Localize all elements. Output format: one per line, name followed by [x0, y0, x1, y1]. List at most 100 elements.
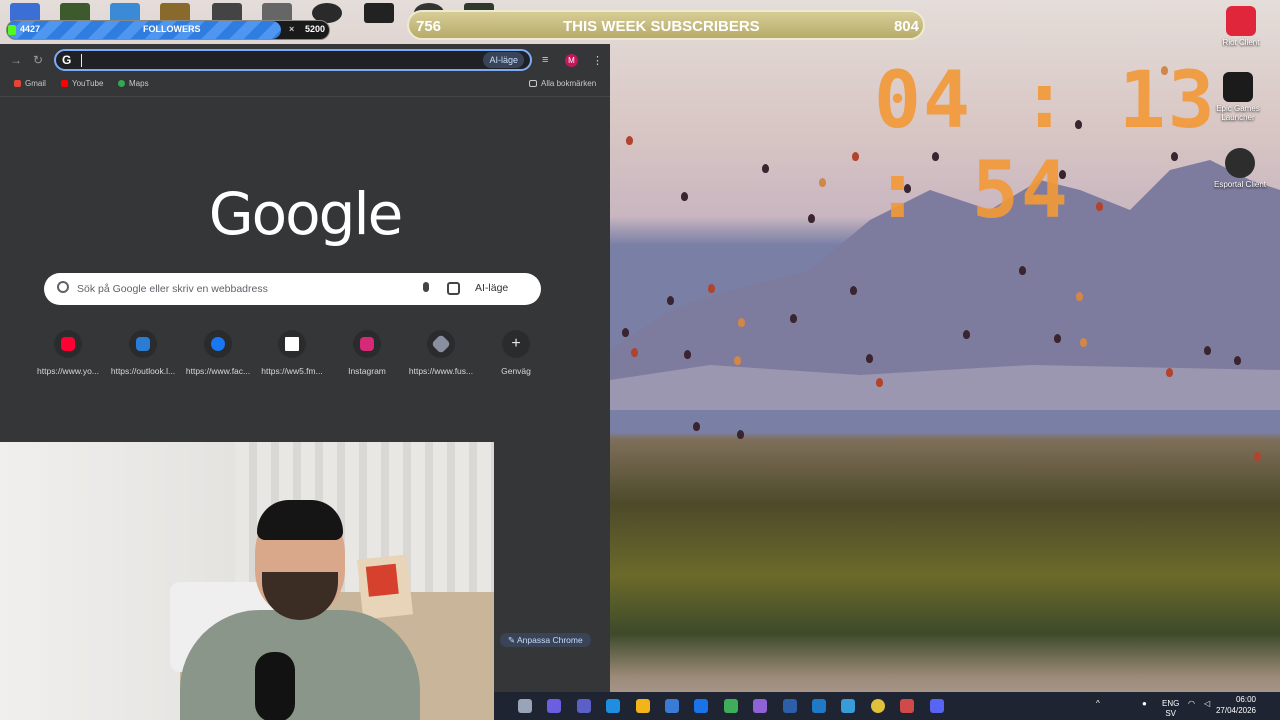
balloon — [876, 378, 883, 387]
countdown-clock: 04 : 13 : 54 — [874, 56, 1217, 236]
google-lens-icon[interactable] — [447, 282, 460, 295]
search-ai-mode-button[interactable]: AI-läge — [475, 282, 508, 294]
shortcut-tile[interactable]: https://www.fac... — [183, 330, 253, 376]
subscribers-title: THIS WEEK SUBSCRIBERS — [563, 18, 760, 35]
followers-goal: 5200 — [304, 24, 325, 34]
balloon — [852, 152, 859, 161]
close-icon[interactable]: × — [289, 24, 294, 34]
fusion-icon — [431, 334, 451, 354]
microphone-icon[interactable]: ● — [1142, 699, 1147, 708]
balloon — [1054, 334, 1061, 343]
chrome-toolbar: → ↻ G AI-läge ≡ M ⋮ — [0, 44, 610, 76]
tab-search-icon[interactable]: ≡ — [542, 54, 548, 66]
address-bar[interactable]: G AI-läge — [54, 49, 532, 71]
shortcut-tile[interactable]: https://outlook.l... — [108, 330, 178, 376]
balloon — [850, 286, 857, 295]
maps-icon — [118, 80, 125, 87]
language-indicator[interactable]: ENG SV — [1162, 699, 1179, 719]
add-shortcut-tile[interactable]: + Genväg — [481, 330, 551, 376]
copilot-icon[interactable] — [547, 699, 562, 713]
all-bookmarks[interactable]: Alla bokmärken — [529, 79, 596, 88]
discord-icon[interactable] — [929, 699, 944, 713]
page-icon — [285, 337, 299, 351]
outlook-icon[interactable] — [694, 699, 709, 713]
plus-icon: + — [502, 330, 530, 358]
balloon — [1234, 356, 1241, 365]
balloon — [681, 192, 688, 201]
forward-icon[interactable]: → — [10, 53, 22, 67]
microphone-icon[interactable] — [423, 282, 429, 292]
thumbnail — [364, 3, 394, 23]
folder-icon — [529, 80, 537, 87]
google-logo: Google — [208, 180, 404, 248]
image-icon[interactable] — [841, 699, 856, 713]
riot-client-icon — [1226, 6, 1256, 36]
outlook-icon — [136, 337, 150, 351]
desktop-icon-riot-client[interactable]: Riot Client — [1211, 6, 1271, 47]
shortcut-tile[interactable]: https://www.yo... — [33, 330, 103, 376]
followers-current: 4427 — [20, 24, 41, 34]
streamer-cap — [257, 500, 343, 540]
balloon — [1254, 452, 1261, 461]
balloon — [790, 314, 797, 323]
edge-icon[interactable] — [606, 699, 621, 713]
gmail-icon — [14, 80, 21, 87]
balloon — [963, 330, 970, 339]
file-explorer-icon[interactable] — [518, 699, 532, 713]
microsoft365-icon[interactable] — [753, 699, 768, 713]
balloon — [734, 356, 741, 365]
menu-icon[interactable]: ⋮ — [592, 54, 603, 67]
balloon — [667, 296, 674, 305]
facebook-icon — [211, 337, 225, 351]
subscribers-goal-bar: 756 THIS WEEK SUBSCRIBERS 804 — [407, 10, 925, 40]
balloon — [1076, 292, 1083, 301]
customize-chrome-button[interactable]: ✎ Anpassa Chrome — [500, 633, 591, 647]
google-icon: G — [62, 53, 72, 67]
youtube-icon — [61, 80, 68, 87]
store-icon[interactable] — [665, 699, 679, 713]
vpn-icon[interactable] — [782, 699, 797, 713]
balloon — [738, 318, 745, 327]
riot-icon[interactable] — [900, 699, 915, 713]
subscribers-left-value: 756 — [416, 18, 442, 35]
profile-avatar[interactable]: M — [565, 54, 578, 67]
mail-icon[interactable] — [812, 699, 826, 713]
chevron-up-icon[interactable]: ^ — [1096, 699, 1100, 708]
reload-icon[interactable]: ↻ — [33, 53, 43, 67]
teams-icon[interactable] — [576, 699, 591, 713]
balloon — [1080, 338, 1087, 347]
followers-label: FOLLOWERS — [143, 24, 201, 34]
balloon — [808, 214, 815, 223]
balloon — [762, 164, 769, 173]
balloon — [631, 348, 638, 357]
balloon — [622, 328, 629, 337]
shopping-bag — [357, 554, 413, 620]
shortcut-tile[interactable]: Instagram — [332, 330, 402, 376]
balloon — [866, 354, 873, 363]
bookmark-maps[interactable]: Maps — [118, 79, 149, 88]
shortcut-tile[interactable]: https://www.fus... — [406, 330, 476, 376]
google-search-box[interactable]: Sök på Google eller skriv en webbadress … — [44, 273, 541, 305]
chrome-icon[interactable] — [870, 699, 885, 713]
microphone — [255, 652, 295, 720]
shortcut-tile[interactable]: https://ww5.fm... — [257, 330, 327, 376]
ai-mode-button[interactable]: AI-läge — [483, 52, 524, 68]
wifi-icon[interactable]: ◠ — [1188, 699, 1195, 708]
bookmarks-bar: Gmail YouTube Maps Alla bokmärken — [0, 76, 610, 97]
bookmark-youtube[interactable]: YouTube — [61, 79, 103, 88]
clock-date[interactable]: 06:00 27/04/2026 — [1216, 694, 1256, 716]
instagram-icon — [360, 337, 374, 351]
balloon — [1204, 346, 1211, 355]
followers-goal-bar: 4427 FOLLOWERS × 5200 — [6, 20, 330, 40]
volume-icon[interactable]: ◁ — [1204, 699, 1210, 708]
balloon — [693, 422, 700, 431]
streamer-shirt — [180, 610, 420, 720]
folder-icon[interactable] — [635, 699, 650, 713]
bookmark-gmail[interactable]: Gmail — [14, 79, 46, 88]
balloon — [684, 350, 691, 359]
kick-logo-icon — [8, 25, 16, 35]
shield-icon[interactable] — [723, 699, 738, 713]
webcam-overlay — [0, 442, 494, 720]
balloon — [1166, 368, 1173, 377]
subscribers-right-value: 804 — [893, 18, 919, 35]
